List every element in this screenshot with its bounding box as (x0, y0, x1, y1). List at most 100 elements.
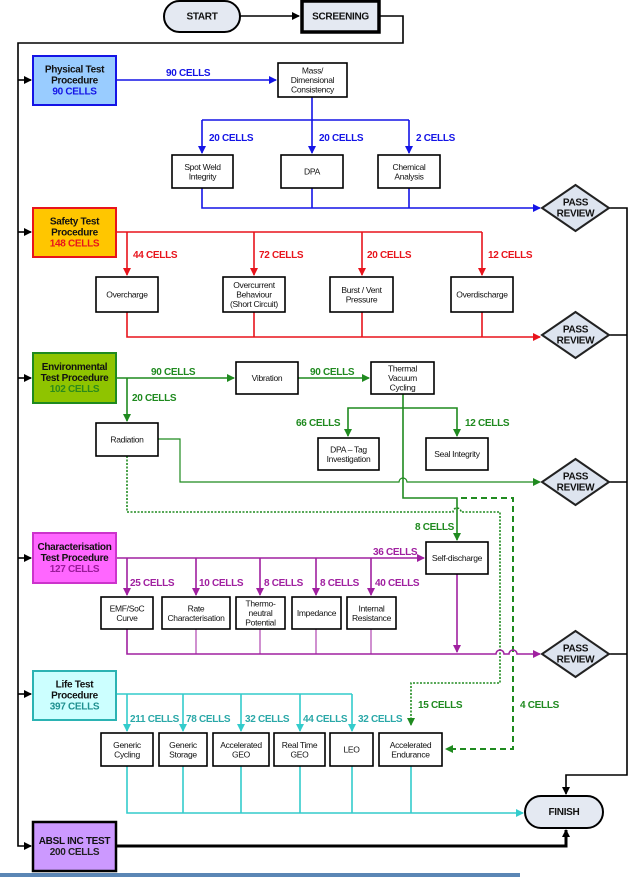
node-label: Life Test (56, 680, 95, 691)
node-label: REVIEW (557, 483, 596, 494)
node-label: GEO (232, 749, 251, 759)
node-label: Rate (188, 603, 205, 613)
connector-line (126, 312, 541, 341)
node-vibration: Vibration (235, 361, 299, 395)
node-label: Overcharge (106, 290, 148, 300)
node-generic-cycling: Generic Cycling (100, 732, 154, 767)
node-label: Procedure (51, 76, 99, 87)
svg-text:Seal Integrity: Seal Integrity (434, 449, 480, 459)
connector-line (403, 407, 461, 437)
node-label: FINISH (549, 807, 580, 818)
cell-count-label: 20 CELLS (367, 250, 412, 261)
node-thermal: Thermal Vacuum Cycling (370, 361, 435, 395)
svg-text:LEO: LEO (343, 745, 360, 755)
node-label: Storage (169, 749, 197, 759)
node-label: Endurance (391, 749, 430, 759)
node-dpa: DPA (280, 154, 344, 189)
svg-text:Safety TestProcedure148 CELLS: Safety Test Procedure 148 CELLS (50, 217, 100, 250)
node-label: REVIEW (557, 209, 596, 220)
node-label: Burst / Vent (341, 285, 382, 295)
node-label: Generic (169, 740, 198, 750)
svg-text:START: START (186, 12, 217, 23)
svg-text:ChemicalAnalysis: Chemical Analysis (392, 162, 425, 182)
node-spot-weld: Spot Weld Integrity (171, 154, 234, 189)
node-cell-count: 90 CELLS (52, 87, 97, 98)
node-overdischarge: Overdischarge (450, 276, 514, 313)
cell-count-label: 8 CELLS (415, 522, 455, 533)
svg-text:FINISH: FINISH (549, 807, 580, 818)
cell-count-label: 72 CELLS (259, 250, 304, 261)
node-label: REVIEW (557, 655, 596, 666)
node-label: Analysis (394, 171, 423, 181)
node-physical: Physical Test Procedure 90 CELLS (32, 55, 117, 106)
node-thermo: Thermo-neutral Potential (235, 596, 286, 630)
node-characterisation: Characterisation Test Procedure 127 CELLS (32, 532, 117, 584)
cell-count-label: 78 CELLS (186, 714, 231, 725)
node-safety: Safety Test Procedure 148 CELLS (32, 207, 117, 258)
node-label: Vibration (252, 373, 283, 383)
node-label: Radiation (110, 435, 144, 445)
node-label: Spot Weld (184, 162, 221, 172)
cell-count-label: 20 CELLS (319, 133, 364, 144)
node-label: Vacuum (388, 373, 417, 383)
cell-count-label: 90 CELLS (151, 367, 196, 378)
node-label: Overcurrent (233, 280, 276, 290)
node-label: Behaviour (236, 290, 272, 300)
node-start: START (163, 0, 241, 33)
cell-count-label: 12 CELLS (488, 250, 533, 261)
node-label: Cycling (114, 749, 140, 759)
test-flow-diagram: START SCREENINGPhysical Test Procedure 90 C… (0, 0, 628, 877)
cell-count-label: 40 CELLS (375, 578, 420, 589)
node-rate: Rate Characterisation (161, 596, 231, 630)
node-label: Environmental (42, 362, 108, 373)
node-label: Test Procedure (41, 373, 110, 384)
node-label: Self-discharge (432, 553, 483, 563)
node-cell-count: 102 CELLS (50, 384, 100, 395)
node-accel-geo: Accelerated GEO (212, 732, 270, 767)
cell-count-label: 44 CELLS (133, 250, 178, 261)
node-cell-count: 200 CELLS (50, 847, 100, 858)
svg-text:GenericStorage: Generic Storage (169, 740, 198, 760)
node-label: Curve (116, 613, 138, 623)
node-label: Internal (359, 603, 385, 613)
node-label: Seal Integrity (434, 449, 480, 459)
node-accel-endurance: Accelerated Endurance (378, 732, 443, 767)
cell-count-label: 44 CELLS (303, 714, 348, 725)
node-label: Overdischarge (456, 290, 508, 300)
node-self-discharge: Self-discharge (425, 541, 489, 575)
cell-count-label: 211 CELLS (130, 714, 180, 725)
cell-count-label: 8 CELLS (320, 578, 360, 589)
node-finish: FINISH (524, 795, 604, 829)
cell-count-label: 12 CELLS (465, 418, 510, 429)
bottom-border (0, 873, 520, 877)
svg-text:ThermalVacuumCycling: Thermal Vacuum Cycling (388, 364, 417, 393)
svg-text:Burst / VentPressure: Burst / Vent Pressure (341, 285, 382, 305)
node-label: Investigation (327, 454, 371, 464)
node-label: REVIEW (557, 336, 596, 347)
node-cell-count: 397 CELLS (50, 702, 100, 713)
node-label: Potential (245, 618, 276, 628)
cell-count-label: 2 CELLS (416, 133, 456, 144)
node-label: Thermal (388, 364, 417, 374)
connector-line (126, 629, 541, 658)
connector-line (201, 188, 541, 212)
svg-text:Thermo-neutralPotential: Thermo-neutral Potential (245, 599, 276, 628)
node-label: SCREENING (312, 12, 369, 23)
svg-text:Spot WeldIntegrity: Spot Weld Integrity (184, 162, 221, 182)
cell-count-label: 20 CELLS (209, 133, 254, 144)
node-label: PASS (563, 644, 589, 655)
node-cell-count: 148 CELLS (50, 239, 100, 250)
node-label: PASS (563, 325, 589, 336)
node-seal: Seal Integrity (425, 437, 489, 471)
cell-count-label: 8 CELLS (264, 578, 304, 589)
svg-text:Overdischarge: Overdischarge (456, 290, 508, 300)
node-label: PASS (563, 472, 589, 483)
connector-line (126, 766, 524, 817)
node-label: Consistency (291, 85, 335, 95)
svg-text:Impedance: Impedance (297, 608, 337, 618)
node-generic-storage: Generic Storage (158, 732, 208, 767)
node-label: LEO (343, 745, 360, 755)
svg-text:Radiation: Radiation (110, 435, 144, 445)
node-label: Physical Test (45, 65, 105, 76)
node-impedance: Impedance (291, 596, 342, 630)
